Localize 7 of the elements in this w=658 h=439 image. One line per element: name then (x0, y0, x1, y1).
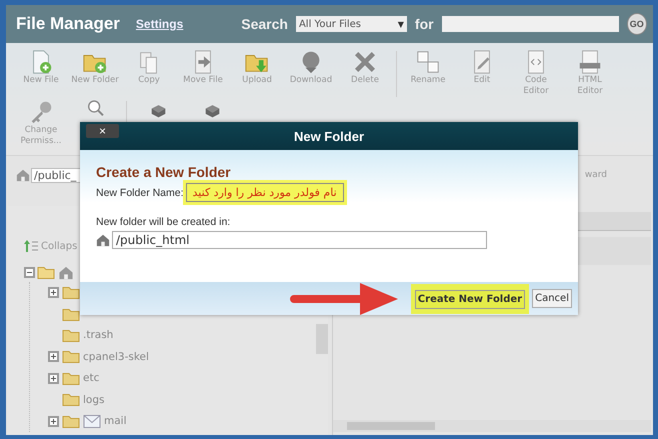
for-label: for (414, 16, 434, 32)
search-label: Search (241, 16, 288, 32)
dialog-heading: Create a New Folder (96, 164, 232, 180)
dialog-title: New Folder (294, 128, 364, 144)
folder-name-label: New Folder Name: (96, 186, 184, 198)
location-label: New folder will be created in: (96, 216, 232, 228)
app-title: File Manager (16, 14, 120, 34)
